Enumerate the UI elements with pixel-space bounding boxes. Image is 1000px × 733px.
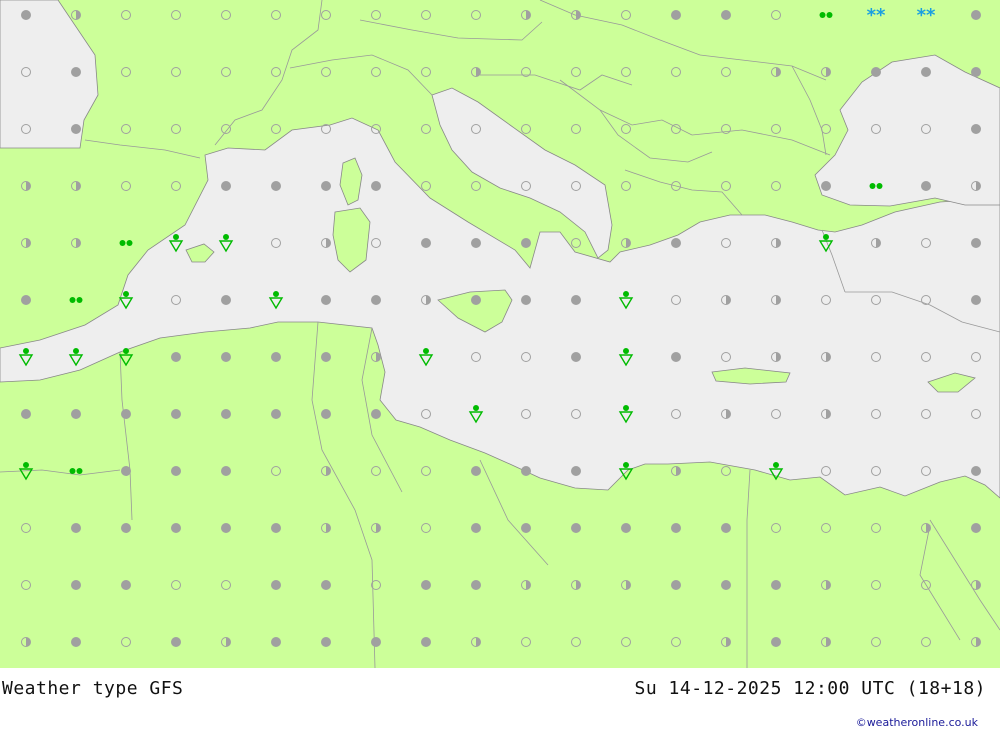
overcast-marker [271,580,281,590]
forecast-datetime: Su 14-12-2025 12:00 UTC (18+18) [634,678,986,699]
overcast-marker [321,637,331,647]
overcast-marker [271,352,281,362]
overcast-marker [571,523,581,533]
overcast-marker [421,637,431,647]
overcast-marker [621,523,631,533]
overcast-marker [921,67,931,77]
overcast-marker [171,409,181,419]
overcast-marker [221,295,231,305]
overcast-marker [421,238,431,248]
overcast-marker [971,466,981,476]
overcast-marker [521,295,531,305]
overcast-marker [171,637,181,647]
overcast-marker [271,637,281,647]
overcast-marker [71,409,81,419]
overcast-marker [971,238,981,248]
overcast-marker [321,295,331,305]
overcast-marker [921,181,931,191]
map-title: Weather type GFS [2,678,184,699]
overcast-marker [671,580,681,590]
overcast-marker [171,466,181,476]
overcast-marker [221,523,231,533]
overcast-marker [971,523,981,533]
overcast-marker [121,523,131,533]
overcast-marker [71,124,81,134]
overcast-marker [71,67,81,77]
overcast-marker [471,466,481,476]
overcast-marker [271,523,281,533]
overcast-marker [21,409,31,419]
overcast-marker [321,181,331,191]
overcast-marker [971,67,981,77]
overcast-marker [371,181,381,191]
overcast-marker [521,523,531,533]
overcast-marker [771,637,781,647]
overcast-marker [471,580,481,590]
snow-marker: ** [917,5,936,26]
overcast-marker [721,580,731,590]
svg-text:**: ** [867,5,886,26]
overcast-marker [21,10,31,20]
overcast-marker [121,466,131,476]
overcast-marker [421,580,431,590]
overcast-marker [221,181,231,191]
overcast-marker [721,523,731,533]
weather-map: ** ** [0,0,1000,668]
overcast-marker [221,409,231,419]
overcast-marker [671,352,681,362]
overcast-marker [671,238,681,248]
overcast-marker [21,295,31,305]
overcast-marker [371,637,381,647]
overcast-marker [321,409,331,419]
overcast-marker [671,523,681,533]
overcast-marker [321,352,331,362]
overcast-marker [521,238,531,248]
overcast-marker [371,409,381,419]
overcast-marker [171,352,181,362]
overcast-marker [771,580,781,590]
overcast-marker [71,580,81,590]
overcast-marker [971,10,981,20]
overcast-marker [971,124,981,134]
overcast-marker [571,352,581,362]
overcast-marker [471,238,481,248]
overcast-marker [521,466,531,476]
overcast-marker [571,295,581,305]
overcast-marker [971,295,981,305]
svg-text:**: ** [917,5,936,26]
overcast-marker [71,637,81,647]
overcast-marker [821,181,831,191]
overcast-marker [871,67,881,77]
overcast-marker [471,523,481,533]
overcast-marker [221,466,231,476]
overcast-marker [221,352,231,362]
overcast-marker [571,466,581,476]
overcast-marker [371,295,381,305]
overcast-marker [321,580,331,590]
overcast-marker [71,523,81,533]
source-credit-link[interactable]: ©weatheronline.co.uk [856,716,978,729]
overcast-marker [171,523,181,533]
overcast-marker [271,409,281,419]
overcast-marker [721,10,731,20]
overcast-marker [271,181,281,191]
overcast-marker [121,580,131,590]
overcast-marker [671,10,681,20]
snow-marker: ** [867,5,886,26]
overcast-marker [121,409,131,419]
overcast-marker [471,295,481,305]
